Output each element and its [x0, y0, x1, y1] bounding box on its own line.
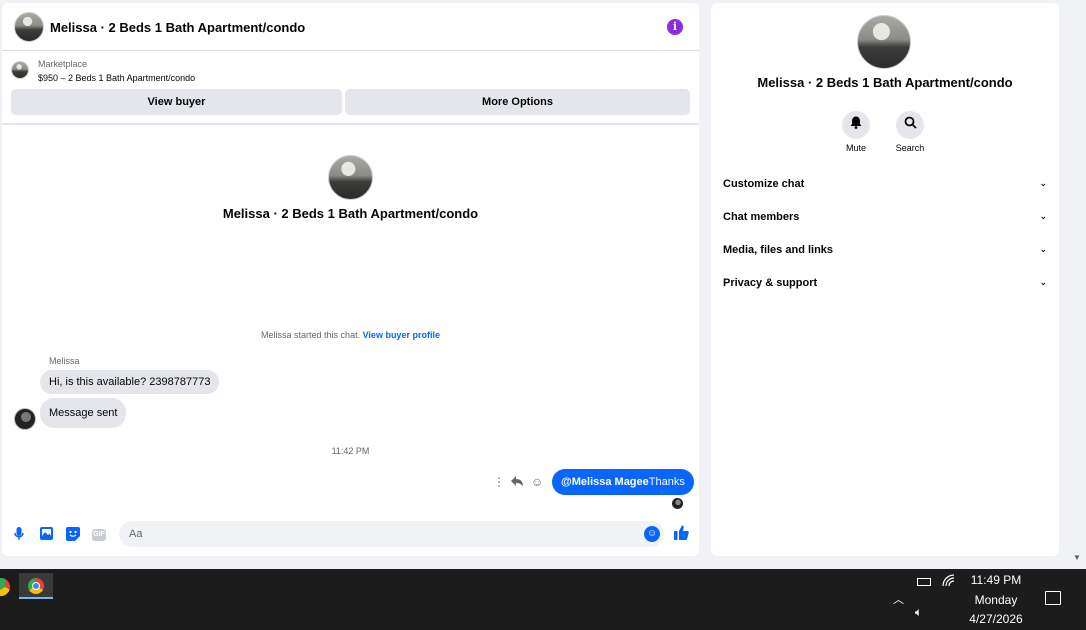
chat-started-text: Melissa started this chat.	[261, 330, 361, 340]
section-media-files-links[interactable]: Media, files and links ⌄	[723, 244, 1047, 264]
taskbar-chrome-button[interactable]	[19, 573, 53, 599]
section-label: Chat members	[723, 211, 800, 223]
gif-icon[interactable]: GIF	[92, 529, 106, 541]
sticker-icon[interactable]	[65, 527, 81, 543]
conversation-name: Melissa · 2 Beds 1 Bath Apartment/condo	[222, 206, 479, 221]
chevron-down-icon: ⌄	[1039, 178, 1047, 188]
message-mention[interactable]: @Melissa Magee	[561, 476, 649, 488]
listing-thumbnail	[11, 61, 29, 79]
clock-day[interactable]: Monday	[960, 593, 1032, 607]
chat-title[interactable]: Melissa · 2 Beds 1 Bath Apartment/condo	[50, 20, 305, 35]
more-icon[interactable]: ⋮	[493, 475, 505, 489]
section-label: Media, files and links	[723, 244, 834, 256]
volume-icon[interactable]: 🔈︎	[915, 605, 922, 620]
clock-date[interactable]: 4/27/2026	[960, 612, 1032, 626]
tray-chevron-up-icon[interactable]: ︿	[893, 591, 904, 607]
mute-label: Mute	[845, 143, 866, 153]
sender-name: Melissa	[49, 356, 80, 366]
notification-icon[interactable]	[1045, 591, 1061, 605]
chat-header: Melissa · 2 Beds 1 Bath Apartment/condo …	[2, 3, 699, 51]
section-label: Privacy & support	[723, 277, 818, 289]
section-privacy-support[interactable]: Privacy & support ⌄	[723, 277, 1047, 297]
chevron-down-icon: ⌄	[1039, 244, 1047, 254]
react-icon[interactable]: ☺	[531, 475, 543, 489]
incoming-message[interactable]: Message sent	[40, 398, 127, 428]
chrome-icon	[28, 578, 44, 594]
info-avatar[interactable]	[857, 15, 911, 69]
sender-avatar[interactable]	[14, 408, 36, 430]
wifi-icon[interactable]	[942, 574, 956, 590]
chevron-down-icon: ⌄	[1039, 277, 1047, 287]
mute-button[interactable]	[842, 111, 870, 139]
search-button[interactable]	[896, 111, 924, 139]
seen-avatar	[672, 498, 683, 509]
conversation-avatar	[328, 155, 373, 200]
image-icon[interactable]	[38, 527, 54, 543]
clock-time[interactable]: 11:49 PM	[960, 573, 1032, 587]
taskbar: ︿ 🔈︎ 11:49 PM Monday 4/27/2026	[0, 569, 1086, 630]
message-timestamp: 11:42 PM	[331, 446, 370, 456]
view-buyer-profile-link[interactable]: View buyer profile	[363, 330, 440, 340]
marketplace-listing[interactable]: Marketplace $950 – 2 Beds 1 Bath Apartme…	[2, 55, 699, 87]
scrollbar-down-arrow[interactable]: ▼	[1073, 553, 1081, 562]
info-name: Melissa · 2 Beds 1 Bath Apartment/condo	[757, 75, 1013, 90]
section-label: Customize chat	[723, 178, 805, 190]
more-options-button[interactable]: More Options	[345, 89, 690, 115]
incoming-message[interactable]: Hi, is this available? 2398787773	[40, 370, 220, 394]
listing-title: $950 – 2 Beds 1 Bath Apartment/condo	[38, 73, 196, 83]
marketplace-label: Marketplace	[38, 59, 88, 69]
battery-icon[interactable]	[917, 578, 931, 586]
divider	[2, 123, 699, 125]
reply-icon[interactable]	[511, 475, 524, 490]
chat-avatar[interactable]	[14, 12, 44, 42]
bell-icon	[850, 116, 862, 132]
view-buyer-button[interactable]: View buyer	[11, 89, 342, 115]
outgoing-message[interactable]: @Melissa MageeThanks	[552, 469, 694, 495]
chat-panel: Melissa · 2 Beds 1 Bath Apartment/condo …	[2, 3, 699, 556]
search-icon	[904, 116, 917, 132]
search-label: Search	[895, 143, 925, 153]
section-chat-members[interactable]: Chat members ⌄	[723, 211, 1047, 231]
mic-icon[interactable]	[11, 527, 27, 543]
chat-started-notice: Melissa started this chat. View buyer pr…	[2, 330, 699, 340]
chat-info-panel: Melissa · 2 Beds 1 Bath Apartment/condo …	[711, 3, 1059, 556]
taskbar-app-icon[interactable]	[0, 578, 10, 596]
outgoing-message-text: Thanks	[648, 476, 685, 488]
chevron-down-icon: ⌄	[1039, 211, 1047, 221]
message-input[interactable]	[119, 521, 664, 547]
info-icon[interactable]: i	[667, 19, 683, 35]
like-icon[interactable]	[674, 525, 689, 545]
emoji-icon[interactable]: ☺	[644, 526, 660, 542]
section-customize-chat[interactable]: Customize chat ⌄	[723, 178, 1047, 198]
